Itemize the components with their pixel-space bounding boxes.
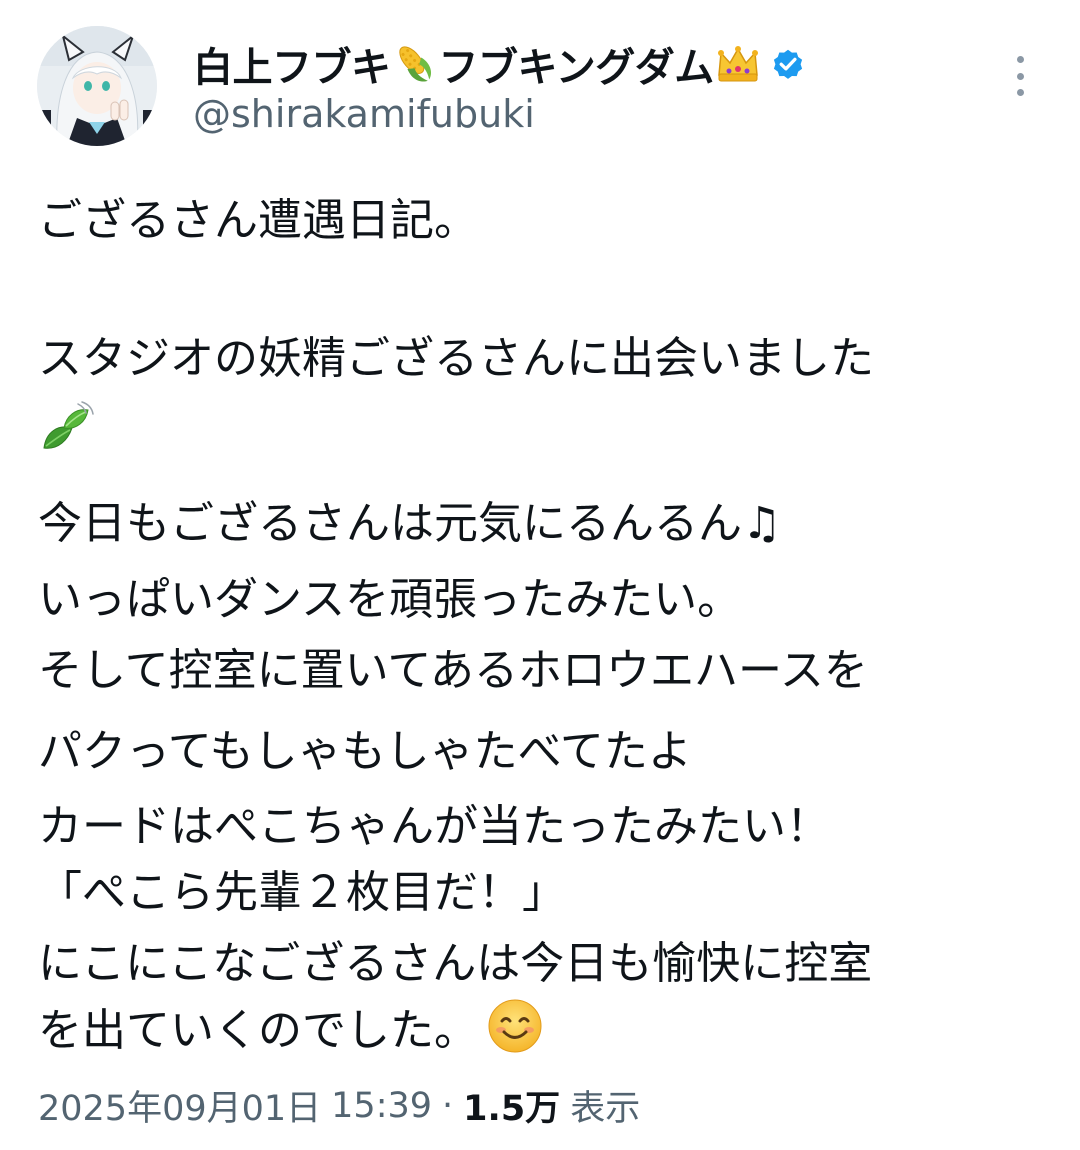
tweet-text-line: を出ていくのでした。 [38, 994, 544, 1058]
tweet-meta: 2025年09月01日 15:39 · 1.5万 表示 [38, 1080, 640, 1131]
smiling-face-icon [486, 997, 544, 1055]
tweet-text-line: ござるさん遭遇日記。 [38, 184, 478, 248]
tweet-text-line: パクってもしゃもしゃたべてたよ [38, 715, 692, 779]
tweet-line-text: パクってもしゃもしゃたべてたよ [38, 726, 692, 777]
tweet-date[interactable]: 2025年09月01日 [38, 1080, 321, 1131]
user-name-row[interactable]: 白上フブキ フブキングダム [193, 36, 806, 92]
more-dot [1016, 89, 1024, 96]
tweet-text-line: いっぱいダンスを頑張ったみたい。 [38, 563, 741, 627]
tweet-text-line: 今日もござるさんは元気にるんるん♫ [38, 487, 781, 551]
tweet-line-text: そして控室に置いてあるホロウエハースを [38, 645, 868, 696]
tweet-line-text: 今日もござるさんは元気にるんるん♫ [38, 498, 782, 549]
tweet-line-text: 「ぺこら先輩２枚目だ！」 [38, 867, 566, 918]
tweet-text-line: にこにこなござるさんは今日も愉快に控室 [38, 927, 872, 991]
leaf-fluttering-icon [38, 398, 96, 456]
tweet-line-text: スタジオの妖精ござるさんに出会いました [38, 333, 874, 384]
corn-icon [392, 41, 438, 87]
tweet-text-line: そして控室に置いてあるホロウエハースを [38, 634, 868, 698]
more-dot [1016, 72, 1024, 80]
display-name-part1[interactable]: 白上フブキ [193, 35, 391, 93]
tweet-text-line [38, 398, 96, 456]
views-count[interactable]: 1.5万 [463, 1080, 560, 1131]
display-name-part2[interactable]: フブキングダム [439, 35, 715, 93]
tweet-line-text: ござるさん遭遇日記。 [38, 195, 478, 246]
more-options-button[interactable] [1004, 54, 1036, 98]
crown-icon [715, 41, 761, 87]
avatar[interactable] [37, 26, 157, 146]
user-handle[interactable]: @shirakamifubuki [193, 92, 535, 136]
meta-separator: · [442, 1085, 454, 1126]
views-label: 表示 [570, 1089, 641, 1129]
tweet-time[interactable]: 15:39 [331, 1086, 432, 1126]
tweet-line-text: いっぱいダンスを頑張ったみたい。 [38, 574, 742, 625]
tweet-text-line: カードはぺこちゃんが当たったみたい！ [38, 790, 830, 854]
tweet-line-text: を出ていくのでした。 [38, 1005, 478, 1056]
tweet-text-line: スタジオの妖精ござるさんに出会いました [38, 322, 874, 386]
tweet-text-line: 「ぺこら先輩２枚目だ！」 [38, 856, 566, 920]
verified-badge-icon[interactable] [770, 46, 806, 82]
tweet-line-text: にこにこなござるさんは今日も愉快に控室 [38, 938, 873, 989]
more-dot [1016, 56, 1024, 63]
tweet-line-text: カードはぺこちゃんが当たったみたい！ [38, 801, 830, 852]
